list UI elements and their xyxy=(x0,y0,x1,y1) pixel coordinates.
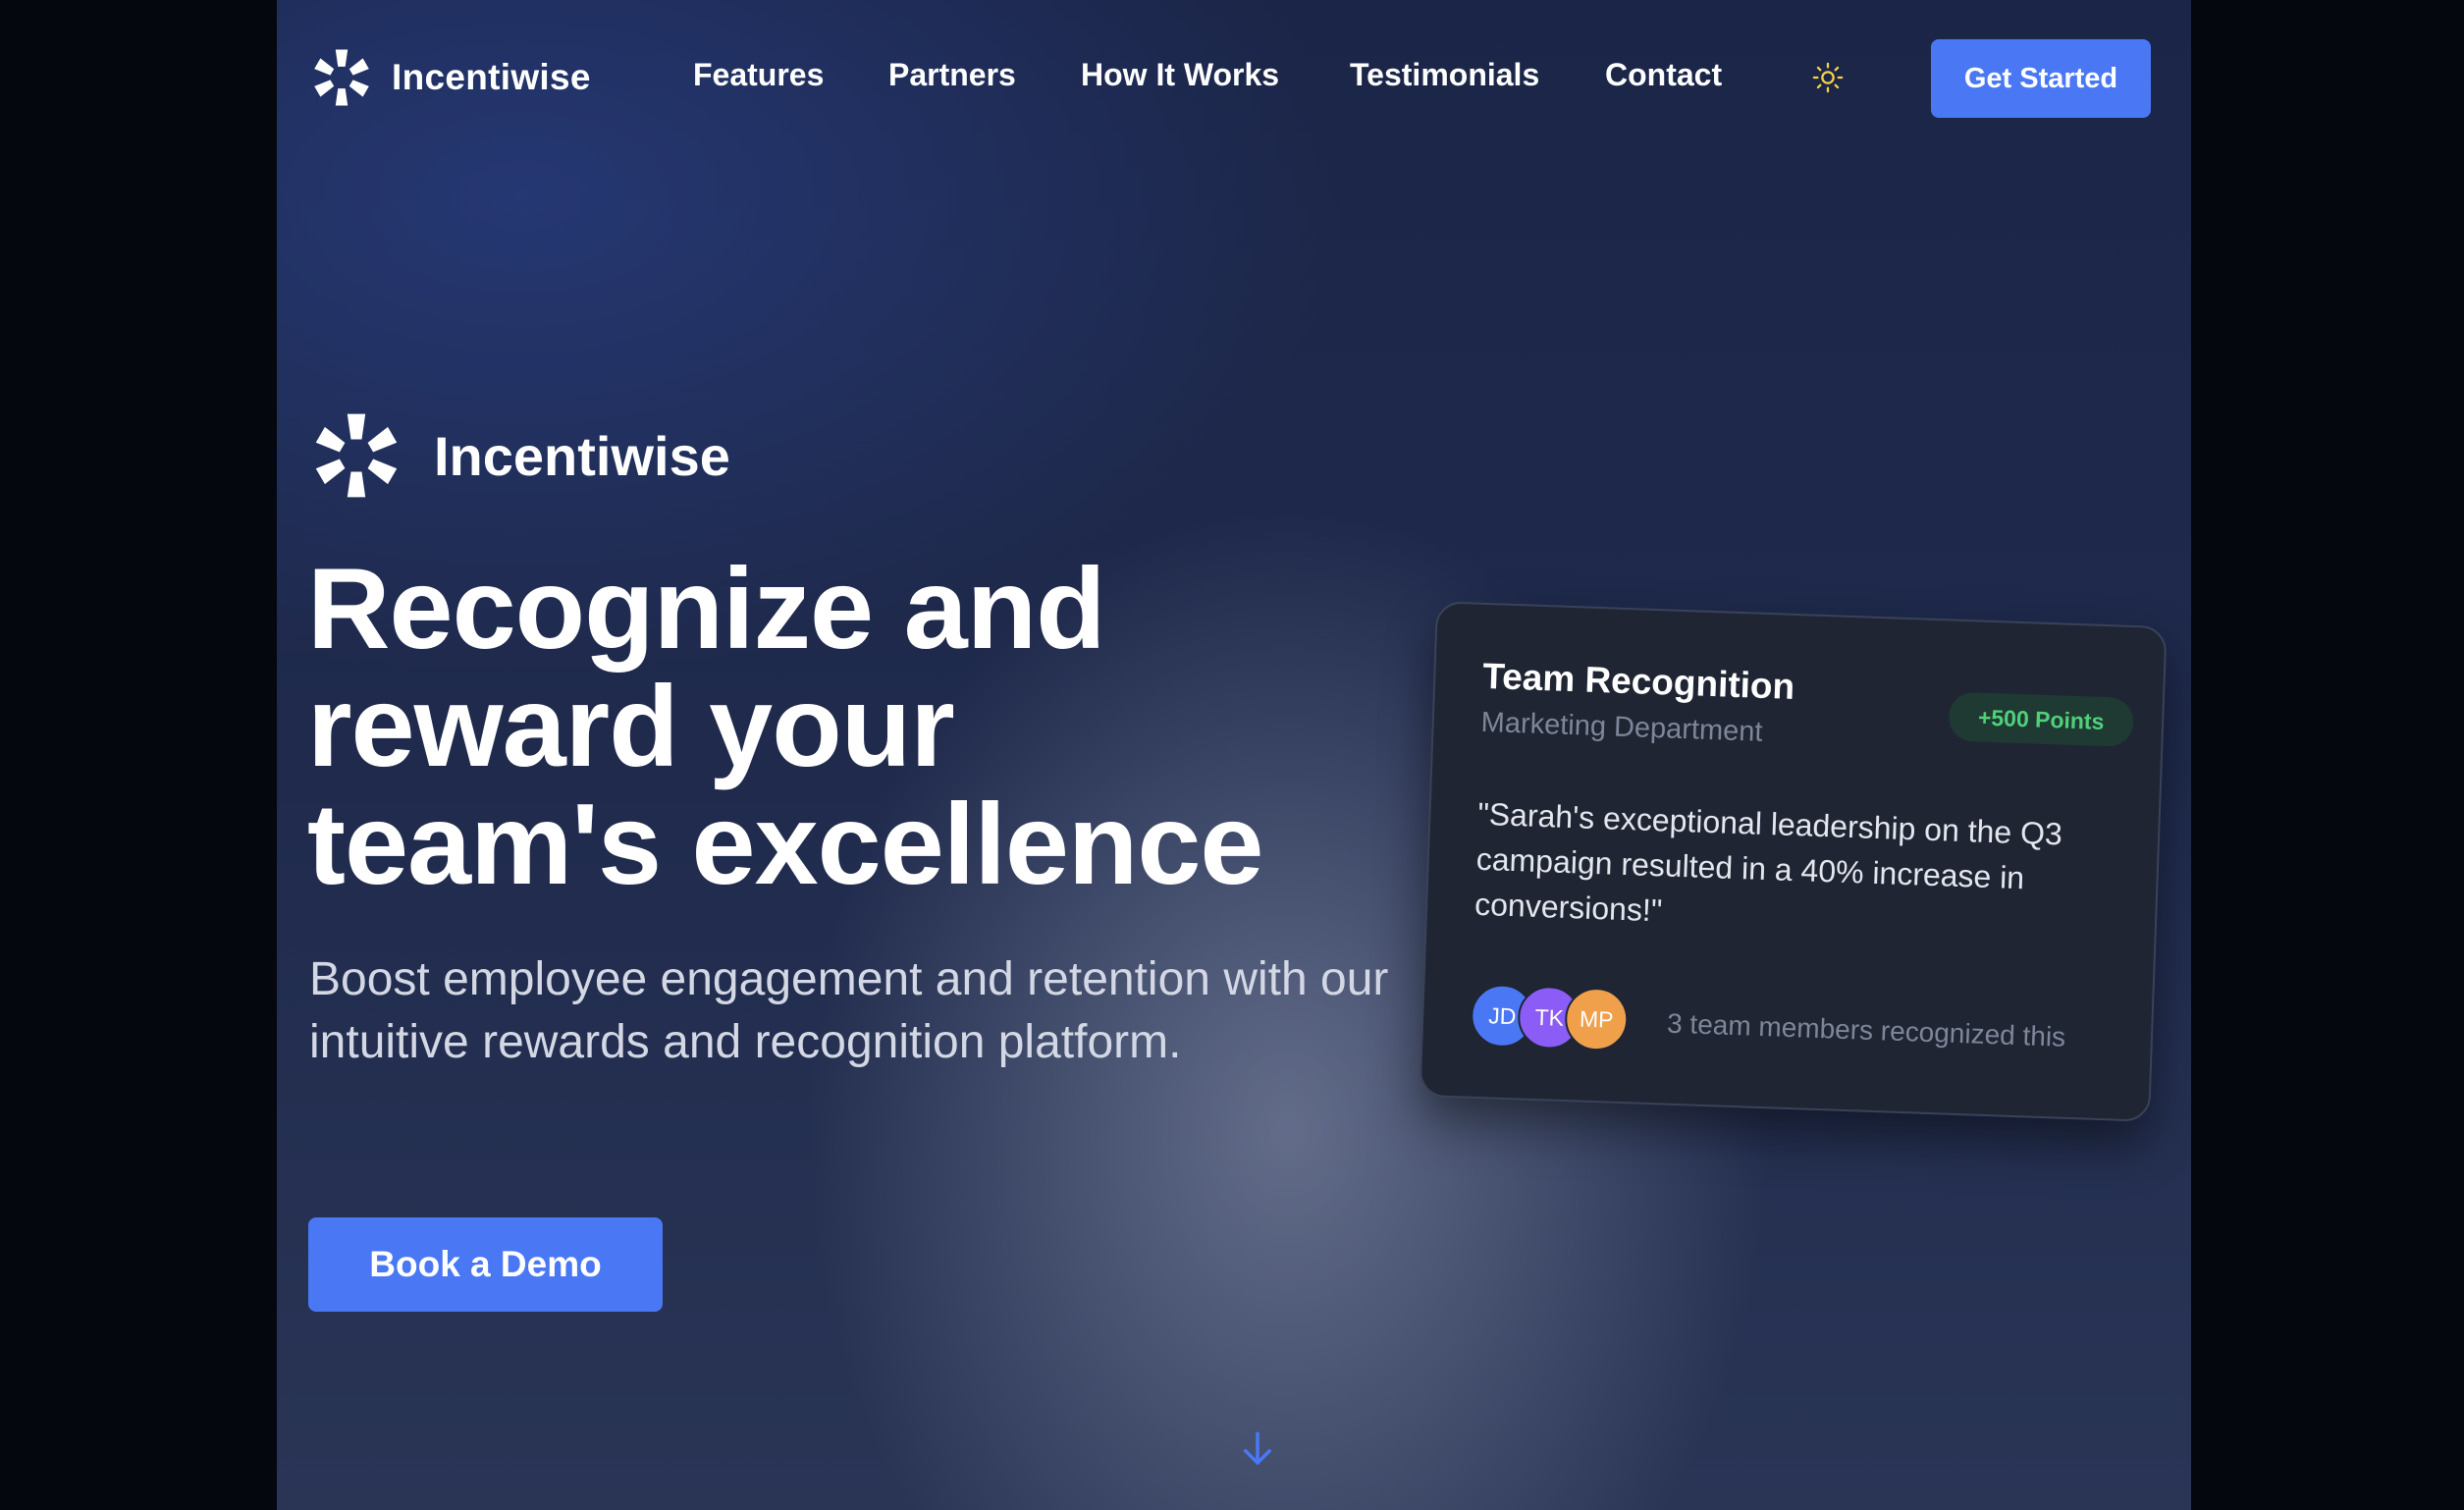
nav-link-partners[interactable]: Partners xyxy=(888,57,1016,93)
nav-link-features[interactable]: Features xyxy=(693,57,824,93)
avatar-group: JD TK MP xyxy=(1470,983,1630,1052)
nav-link-testimonials[interactable]: Testimonials xyxy=(1350,57,1539,93)
top-nav: Incentiwise Features Partners How It Wor… xyxy=(277,0,2191,157)
logo-icon xyxy=(315,413,398,498)
card-title: Team Recognition xyxy=(1481,655,1795,707)
avatar: MP xyxy=(1564,987,1630,1052)
nav-logo[interactable]: Incentiwise xyxy=(311,47,591,108)
sun-icon xyxy=(1812,62,1844,93)
points-badge: +500 Points xyxy=(1948,691,2135,747)
headline-line: team's excellence xyxy=(307,780,1264,908)
nav-brand-name: Incentiwise xyxy=(392,57,591,97)
arrow-down-icon xyxy=(1244,1431,1271,1465)
landing-page: Incentiwise Features Partners How It Wor… xyxy=(277,0,2191,1510)
recognition-card: Team Recognition Marketing Department +5… xyxy=(1419,601,2168,1122)
get-started-button[interactable]: Get Started xyxy=(1931,39,2151,118)
theme-toggle[interactable] xyxy=(1811,61,1845,94)
card-quote: "Sarah's exceptional leadership on the Q… xyxy=(1473,795,2063,929)
book-demo-button[interactable]: Book a Demo xyxy=(308,1217,663,1312)
hero-brand-name: Incentiwise xyxy=(434,424,730,487)
logo-icon xyxy=(314,49,369,106)
nav-link-contact[interactable]: Contact xyxy=(1605,57,1722,93)
card-department: Marketing Department xyxy=(1480,706,1764,748)
headline-line: Recognize and xyxy=(307,544,1106,673)
hero-subtext: Boost employee engagement and retention … xyxy=(309,953,1389,1068)
recognition-count: 3 team members recognized this xyxy=(1666,1007,2066,1052)
hero-brand: Incentiwise xyxy=(311,410,730,501)
hero-headline: Recognize and reward your team's excelle… xyxy=(307,550,1407,903)
headline-line: reward your xyxy=(307,662,955,790)
nav-link-how-it-works[interactable]: How It Works xyxy=(1081,57,1279,93)
scroll-down-button[interactable] xyxy=(1237,1429,1278,1470)
